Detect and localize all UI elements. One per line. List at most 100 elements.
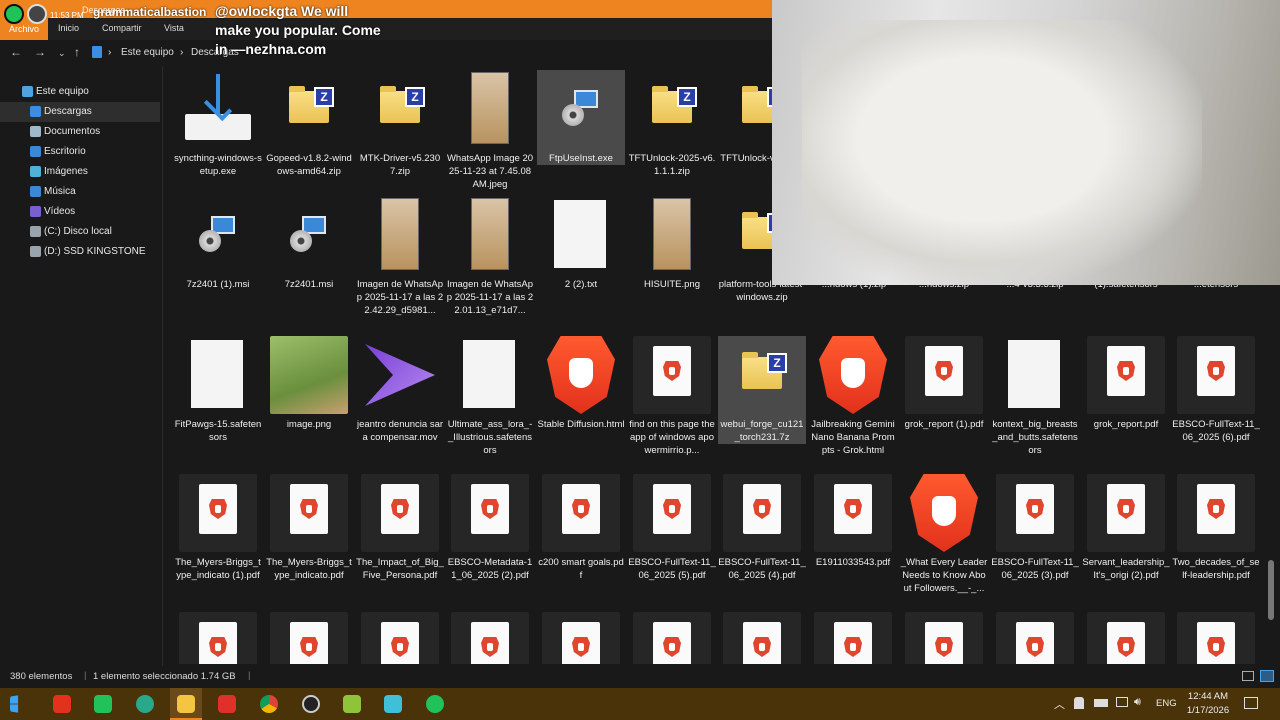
sidebar-item[interactable]: Vídeos: [0, 202, 160, 222]
file-tile[interactable]: [1082, 612, 1170, 664]
file-tile[interactable]: Zwebui_forge_cu121_torch231.7z: [718, 336, 806, 444]
file-tile[interactable]: Stable Diffusion.html: [537, 336, 625, 431]
tab-vista[interactable]: Vista: [164, 23, 184, 33]
file-tile[interactable]: EBSCO-FullText-11_06_2025 (4).pdf: [718, 474, 806, 582]
sidebar-item[interactable]: Descargas: [0, 102, 160, 122]
file-tile[interactable]: [265, 612, 353, 664]
file-tile[interactable]: c200 smart goals.pdf: [537, 474, 625, 582]
pdf-file-icon: [996, 612, 1074, 664]
pdf-file-icon: [451, 612, 529, 664]
file-tile[interactable]: [537, 612, 625, 664]
file-name: 7z2401.msi: [284, 279, 334, 290]
volume-icon[interactable]: 🔊︎: [1134, 696, 1141, 709]
file-tile[interactable]: E1911033543.pdf: [809, 474, 897, 569]
file-explorer-taskbar-icon[interactable]: [177, 695, 195, 713]
file-tile[interactable]: jeantro denuncia sara compensar.mov: [356, 336, 444, 444]
file-tile[interactable]: 7z2401.msi: [265, 196, 353, 291]
file-name: FtpUseInst.exe: [549, 153, 613, 164]
file-tile[interactable]: Imagen de WhatsApp 2025-11-17 a las 22.0…: [446, 196, 534, 317]
file-tile[interactable]: [900, 612, 988, 664]
file-tile[interactable]: grok_report.pdf: [1082, 336, 1170, 431]
network-icon[interactable]: [1116, 697, 1128, 707]
file-tile[interactable]: EBSCO-FullText-11_06_2025 (3).pdf: [991, 474, 1079, 582]
file-tile[interactable]: kontext_big_breasts_and_butts.safetensor…: [991, 336, 1079, 457]
tray-app-icon[interactable]: [1074, 697, 1084, 709]
obs-taskbar-icon[interactable]: [302, 695, 320, 713]
tab-compartir[interactable]: Compartir: [102, 23, 142, 33]
edge-taskbar-icon[interactable]: [136, 695, 154, 713]
file-tile[interactable]: [628, 612, 716, 664]
pdf-file-icon: [1177, 474, 1255, 552]
file-tile[interactable]: Servant_leadership_It's_origi (2).pdf: [1082, 474, 1170, 582]
breadcrumb-root[interactable]: Este equipo: [121, 47, 174, 58]
sidebar-item[interactable]: Documentos: [0, 122, 160, 142]
sidebar-item[interactable]: Este equipo: [0, 82, 160, 102]
clock-time[interactable]: 12:44 AM: [1182, 691, 1234, 702]
pdf-taskbar-icon[interactable]: [218, 695, 236, 713]
tray-chevron-icon[interactable]: ︿: [1054, 696, 1065, 712]
file-tile[interactable]: The_Myers-Briggs_type_indicato.pdf: [265, 474, 353, 582]
installer-icon: [270, 196, 348, 274]
file-tile[interactable]: [356, 612, 444, 664]
file-tile[interactable]: The_Myers-Briggs_type_indicato (1).pdf: [174, 474, 262, 582]
app2-taskbar-icon[interactable]: [384, 695, 402, 713]
chrome-taskbar-icon[interactable]: [260, 695, 278, 713]
file-tile[interactable]: EBSCO-Metadata-11_06_2025 (2).pdf: [446, 474, 534, 582]
file-tile[interactable]: syncthing-windows-setup.exe: [174, 70, 262, 178]
file-tile[interactable]: HISUITE.png: [628, 196, 716, 291]
back-icon[interactable]: ←: [10, 45, 22, 59]
file-name: find on this page the app of windows apo…: [629, 419, 715, 456]
sidebar-item[interactable]: Imágenes: [0, 162, 160, 182]
file-tile[interactable]: EBSCO-FullText-11_06_2025 (6).pdf: [1172, 336, 1260, 444]
start-icon[interactable]: [10, 695, 19, 713]
forward-icon[interactable]: →: [34, 45, 46, 59]
file-tile[interactable]: _What Every Leader Needs to Know About F…: [900, 474, 988, 595]
clock-date[interactable]: 1/17/2026: [1180, 705, 1236, 716]
zip-folder-icon: Z: [633, 70, 711, 148]
up-icon[interactable]: ↑: [74, 45, 80, 59]
recent-dropdown-icon[interactable]: ⌄: [58, 48, 66, 59]
file-tile[interactable]: FitPawgs-15.safetensors: [174, 336, 262, 444]
details-view-icon[interactable]: [1242, 671, 1254, 681]
file-tile[interactable]: [1172, 612, 1260, 664]
sync-taskbar-icon[interactable]: [94, 695, 112, 713]
file-tile[interactable]: Jailbreaking Gemini Nano Banana Prompts …: [809, 336, 897, 457]
file-tile[interactable]: Two_decades_of_self-leadership.pdf: [1172, 474, 1260, 582]
file-tile[interactable]: WhatsApp Image 2025-11-23 at 7.45.08 AM.…: [446, 70, 534, 191]
notifications-icon[interactable]: [1244, 697, 1258, 709]
file-tile[interactable]: Imagen de WhatsApp 2025-11-17 a las 22.4…: [356, 196, 444, 317]
file-tile[interactable]: 7z2401 (1).msi: [174, 196, 262, 291]
file-tile[interactable]: grok_report (1).pdf: [900, 336, 988, 431]
file-tile[interactable]: Z TFTUnlock-2025-v6.1.1.1.zip: [628, 70, 716, 178]
file-tile[interactable]: EBSCO-FullText-11_06_2025 (5).pdf: [628, 474, 716, 582]
file-tile[interactable]: image.png: [265, 336, 353, 431]
sidebar-item[interactable]: (D:) SSD KINGSTONE: [0, 242, 160, 262]
sidebar-item[interactable]: Música: [0, 182, 160, 202]
app-taskbar-icon[interactable]: [343, 695, 361, 713]
file-tile[interactable]: The_Impact_of_Big_Five_Persona.pdf: [356, 474, 444, 582]
scrollbar-thumb[interactable]: [1268, 560, 1274, 620]
stream-time: 11:53 PM: [50, 11, 84, 20]
file-tile[interactable]: find on this page the app of windows apo…: [628, 336, 716, 457]
battery-icon[interactable]: [1094, 699, 1108, 707]
file-tile[interactable]: Ultimate_ass_lora_-_Illustrious.safetens…: [446, 336, 534, 457]
file-tile[interactable]: [718, 612, 806, 664]
sidebar-item[interactable]: (C:) Disco local: [0, 222, 160, 242]
file-tile[interactable]: [991, 612, 1079, 664]
file-tile[interactable]: [446, 612, 534, 664]
pdf-file-icon: [361, 474, 439, 552]
file-tile[interactable]: [174, 612, 262, 664]
file-tile[interactable]: Z Gopeed-v1.8.2-windows-amd64.zip: [265, 70, 353, 178]
file-tile[interactable]: Z MTK-Driver-v5.2307.zip: [356, 70, 444, 178]
large-icons-view-icon[interactable]: [1260, 670, 1274, 682]
kick-taskbar-icon[interactable]: [426, 695, 444, 713]
sidebar-item[interactable]: Escritorio: [0, 142, 160, 162]
file-tile[interactable]: [809, 612, 897, 664]
language-indicator[interactable]: ENG: [1156, 698, 1177, 709]
file-tile[interactable]: FtpUseInst.exe: [537, 70, 625, 165]
brave-taskbar-icon[interactable]: [53, 695, 71, 713]
file-tile[interactable]: 2 (2).txt: [537, 196, 625, 291]
pdf-file-icon: [723, 612, 801, 664]
tab-inicio[interactable]: Inicio: [58, 23, 79, 33]
pdf-file-icon: [542, 612, 620, 664]
